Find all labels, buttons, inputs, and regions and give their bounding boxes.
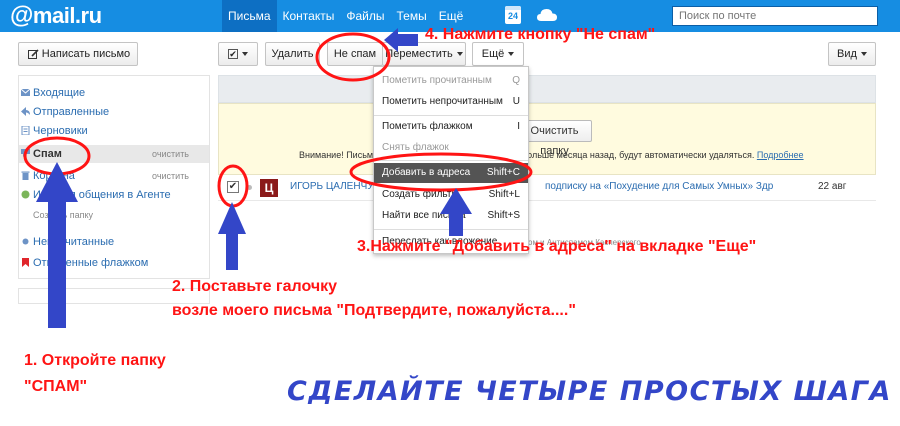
folder-sidebar: Входящие Отправленные Черновики Спам очи… — [18, 75, 210, 279]
calendar-icon[interactable]: 24 — [505, 6, 521, 24]
search-input[interactable] — [672, 6, 878, 26]
sent-icon — [21, 107, 30, 116]
spam-notice: Очистить папку Внимание! Письма, которые… — [218, 103, 876, 175]
chevron-down-icon — [860, 52, 867, 57]
menu-create-filter[interactable]: Создать фильтр Shift+L — [374, 185, 528, 205]
menu-unflag[interactable]: Снять флажок — [374, 138, 528, 158]
select-all-dropdown[interactable]: ✔ — [218, 42, 258, 66]
trash-icon — [21, 171, 30, 180]
not-spam-button[interactable]: Не спам — [327, 42, 383, 66]
delete-button[interactable]: Удалить — [265, 42, 320, 66]
step4-instruction: 4. Нажмите кнопку "Не спам" — [425, 26, 656, 43]
compose-button[interactable]: Написать письмо — [18, 42, 138, 66]
create-folder-link[interactable]: Создать папку — [19, 206, 209, 224]
unread-dot-icon — [22, 238, 29, 245]
message-sender: ИГОРЬ ЦАЛЕНЧУК — [290, 181, 380, 192]
folder-sent[interactable]: Отправленные — [19, 103, 209, 121]
spam-icon — [21, 149, 30, 157]
details-link[interactable]: Подробнее — [757, 150, 804, 160]
pencil-icon — [28, 49, 39, 59]
folder-inbox[interactable]: Входящие — [19, 84, 209, 102]
nav-letters[interactable]: Письма — [222, 0, 277, 32]
sender-avatar: Ц — [260, 179, 278, 197]
clear-trash-link[interactable]: очистить — [152, 167, 189, 185]
mailru-logo[interactable]: @mail.ru — [10, 2, 102, 30]
folder-spam[interactable]: Спам очистить — [19, 145, 209, 163]
step1-instruction-line1: 1. Откройте папку — [24, 352, 166, 369]
drafts-icon — [21, 126, 30, 135]
instruction-title: СДЕЛАЙТЕ ЧЕТЫРЕ ПРОСТЫХ ШАГА — [287, 376, 892, 407]
folder-flagged[interactable]: Отмеченные флажком — [19, 254, 209, 272]
move-button[interactable]: Переместить — [382, 42, 466, 66]
menu-flag[interactable]: Пометить флажком I — [374, 117, 528, 137]
menu-separator — [374, 229, 528, 230]
folder-trash[interactable]: Корзина очистить — [19, 167, 209, 185]
menu-find-all-letters[interactable]: Найти все письма Shift+S — [374, 206, 528, 226]
view-button[interactable]: Вид — [828, 42, 876, 66]
more-dropdown-menu: Пометить прочитанным Q Пометить непрочита… — [373, 66, 529, 254]
menu-mark-unread[interactable]: Пометить непрочитанным U — [374, 92, 528, 112]
menu-separator — [374, 160, 528, 161]
folder-unread[interactable]: Непрочитанные — [19, 233, 209, 251]
checkbox-icon: ✔ — [228, 49, 238, 60]
list-header — [218, 75, 876, 103]
step1-instruction-line2: "СПАМ" — [24, 378, 88, 395]
unread-dot-icon[interactable] — [247, 185, 252, 190]
menu-separator — [374, 115, 528, 116]
menu-add-to-contacts[interactable]: Добавить в адреса Shift+C — [374, 163, 528, 183]
inbox-icon — [21, 88, 30, 96]
message-row[interactable]: ✔ Ц ИГОРЬ ЦАЛЕНЧУК подписку на «Похудени… — [218, 175, 876, 201]
chevron-down-icon — [242, 52, 248, 57]
message-subject: подписку на «Похудение для Самых Умных» … — [545, 181, 774, 192]
chevron-down-icon — [456, 52, 463, 57]
chevron-down-icon — [508, 52, 515, 57]
folder-drafts[interactable]: Черновики — [19, 122, 209, 140]
step2-instruction-line2: возле моего письма "Подтвердите, пожалуй… — [172, 302, 576, 319]
message-date: 22 авг — [818, 181, 847, 192]
step2-instruction-line1: 2. Поставьте галочку — [172, 278, 338, 295]
nav-contacts[interactable]: Контакты — [277, 0, 341, 32]
clear-spam-link[interactable]: очистить — [152, 145, 189, 163]
message-checkbox[interactable]: ✔ — [227, 181, 239, 193]
arrow-to-checkbox — [218, 202, 246, 270]
cloud-icon[interactable] — [536, 7, 558, 23]
menu-mark-read[interactable]: Пометить прочитанным Q — [374, 71, 528, 91]
agent-icon — [21, 190, 30, 199]
folder-agent-history[interactable]: История общения в Агенте — [19, 186, 209, 204]
nav-files[interactable]: Файлы — [340, 0, 390, 32]
step3-instruction: 3.Нажмите "Добавить в адреса" на вкладке… — [357, 238, 757, 255]
flag-icon — [22, 258, 29, 267]
more-button[interactable]: Ещё — [472, 42, 524, 66]
